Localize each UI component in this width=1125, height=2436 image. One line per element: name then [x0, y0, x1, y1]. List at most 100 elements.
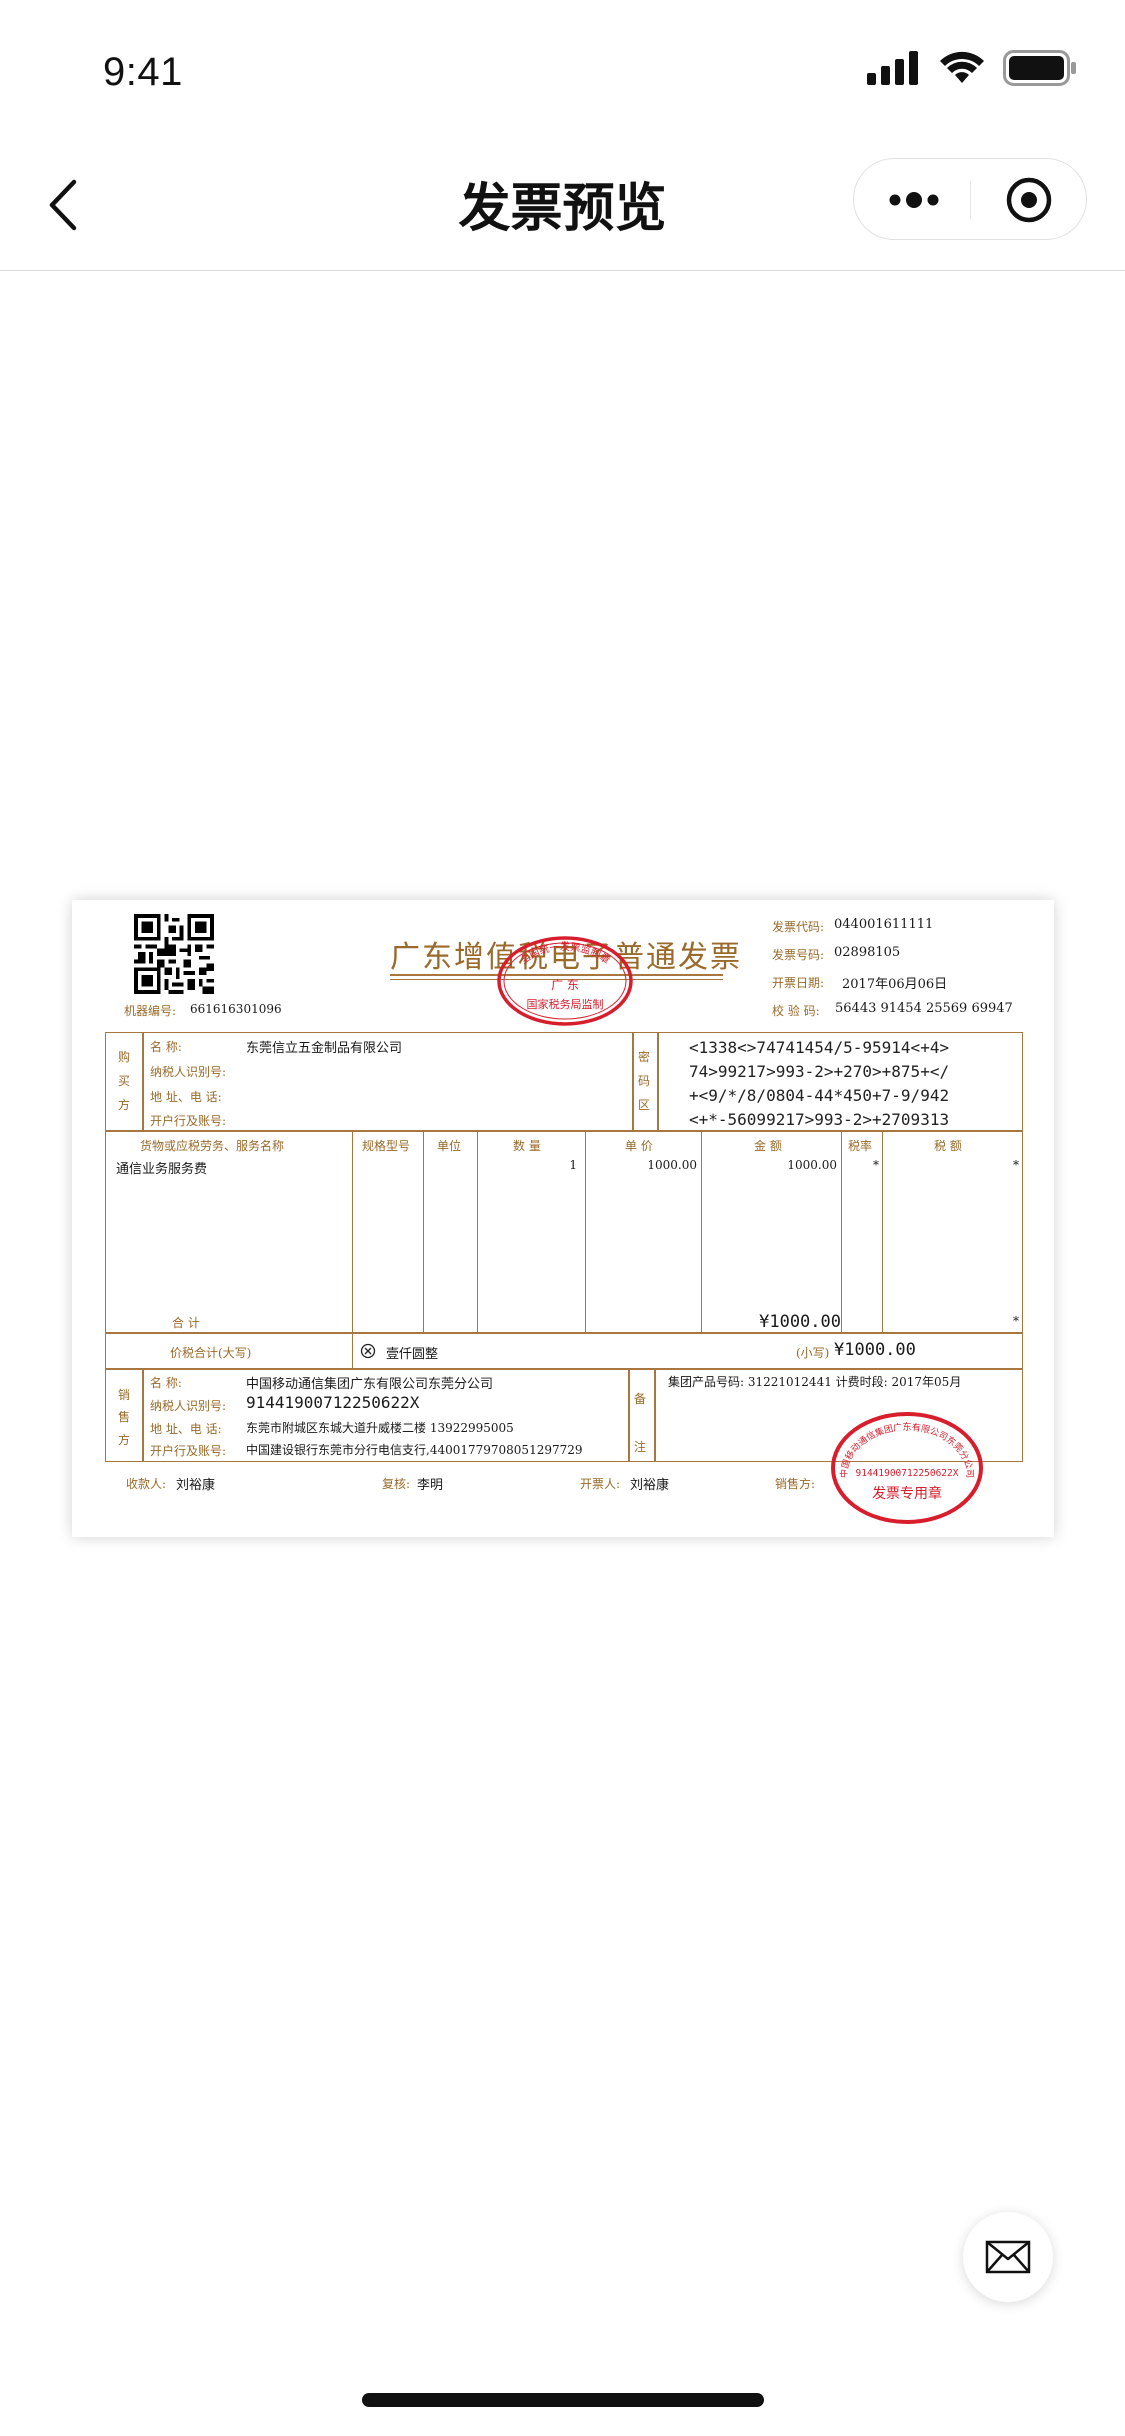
- subtotal-label: 合 计: [172, 1316, 200, 1330]
- buyer-tax-id-label: 纳税人识别号:: [150, 1065, 227, 1079]
- drawer-label: 开票人:: [580, 1477, 621, 1491]
- signal-icon: [867, 51, 921, 89]
- seller-side-label-3: 方: [118, 1433, 131, 1447]
- cipher-line-4: <+*-56099217>993-2>+2709313: [689, 1110, 950, 1129]
- invoice-code: 044001611111: [834, 917, 934, 932]
- total-label: 价税合计(大写): [170, 1346, 252, 1360]
- cipher-side-label-2: 码: [638, 1074, 651, 1088]
- buyer-addr-label: 地 址、电 话:: [150, 1090, 222, 1104]
- row-amount: 1000.00: [787, 1158, 837, 1172]
- cipher-side-label-1: 密: [638, 1050, 651, 1064]
- capsule-divider: [970, 181, 971, 219]
- seller-sign-label: 销售方:: [775, 1477, 816, 1491]
- row-qty: 1: [569, 1158, 577, 1172]
- cipher-line-3: +<9/*/8/0804-44*450+7-9/942: [689, 1086, 950, 1105]
- seller-name: 中国移动通信集团广东有限公司东莞分公司: [246, 1377, 494, 1392]
- invoice-code-label: 发票代码:: [772, 920, 825, 934]
- seller-bank: 中国建设银行东莞市分行电信支行,44001779708051297729: [246, 1443, 583, 1457]
- header-spec: 规格型号: [362, 1139, 411, 1153]
- invoice-image: 机器编号: 661616301096 广东增值税电子普通发票 全国统一发票监制章…: [72, 900, 1054, 1537]
- buyer-bank-label: 开户行及账号:: [150, 1114, 227, 1128]
- seal-center-middle-text: 广 东: [551, 978, 579, 992]
- seller-bank-label: 开户行及账号:: [150, 1444, 227, 1458]
- mail-icon: [985, 2240, 1031, 2274]
- buyer-name-label: 名 称:: [150, 1040, 182, 1054]
- cipher-line-2: 74>99217>993-2>+270>+875+</: [689, 1062, 950, 1081]
- seller-side-label-2: 售: [118, 1410, 131, 1424]
- send-email-button[interactable]: [963, 2212, 1053, 2302]
- header-unit: 单位: [437, 1139, 462, 1153]
- more-dots-icon: [889, 192, 939, 208]
- seller-name-label: 名 称:: [150, 1376, 182, 1390]
- more-button[interactable]: [884, 175, 944, 225]
- check-code-label: 校 验 码:: [772, 1004, 820, 1018]
- header-item: 货物或应税劳务、服务名称: [140, 1139, 285, 1153]
- qr-code-icon: [134, 914, 214, 994]
- divider: [142, 1032, 144, 1132]
- machine-no-label: 机器编号:: [124, 1004, 177, 1018]
- header-price: 单 价: [625, 1139, 653, 1153]
- header-tax: 税 额: [934, 1139, 962, 1153]
- row-rate: *: [873, 1158, 879, 1172]
- col-divider: [352, 1130, 353, 1334]
- invoice-date-label: 开票日期:: [772, 976, 825, 990]
- cross-circle-icon: [360, 1343, 376, 1359]
- seller-side-label-1: 销: [118, 1388, 131, 1402]
- seller-addr-label: 地 址、电 话:: [150, 1422, 222, 1436]
- total-small-label: (小写): [796, 1346, 830, 1360]
- seal-seller-tax-id: 91441900712250622X: [856, 1468, 959, 1479]
- payee: 刘裕康: [176, 1478, 216, 1493]
- payee-label: 收款人:: [126, 1477, 167, 1491]
- cipher-side-label-3: 区: [638, 1098, 651, 1112]
- col-divider: [423, 1130, 424, 1334]
- target-close-icon: [1006, 177, 1052, 223]
- buyer-side-label-3: 方: [118, 1098, 131, 1112]
- machine-no: 661616301096: [190, 1002, 282, 1016]
- divider: [657, 1032, 659, 1132]
- row-item: 通信业务服务费: [116, 1162, 208, 1177]
- seller-addr: 东莞市附城区东城大道升威楼二楼 13922995005: [246, 1421, 514, 1435]
- divider: [632, 1032, 634, 1132]
- battery-icon: [1003, 50, 1077, 90]
- reviewer-label: 复核:: [382, 1477, 411, 1491]
- seller-tax-id: 91441900712250622X: [246, 1393, 420, 1412]
- buyer-name: 东莞信立五金制品有限公司: [246, 1041, 403, 1056]
- total-upper: 壹仟圆整: [386, 1347, 439, 1362]
- status-bar: 9:41: [0, 0, 1125, 140]
- remark-text: 集团产品号码: 31221012441 计费时段: 2017年05月: [668, 1375, 962, 1389]
- invoice-number: 02898105: [834, 945, 901, 960]
- wifi-icon: [939, 51, 985, 89]
- cipher-line-1: <1338<>74741454/5-95914<+4>: [689, 1038, 950, 1057]
- divider: [142, 1368, 144, 1462]
- header-rate: 税率: [848, 1139, 873, 1153]
- divider: [628, 1368, 630, 1462]
- seal-center-bottom-text: 国家税务局监制: [527, 997, 604, 1011]
- remark-side-label-2: 注: [634, 1440, 647, 1454]
- drawer: 刘裕康: [630, 1478, 670, 1493]
- row-tax: *: [1013, 1158, 1019, 1172]
- close-button[interactable]: [1002, 175, 1056, 225]
- check-code: 56443 91454 25569 69947: [835, 1001, 1013, 1016]
- home-indicator[interactable]: [362, 2393, 764, 2407]
- divider: [352, 1332, 353, 1370]
- total-small: ¥1000.00: [834, 1340, 916, 1360]
- subtotal-tax: *: [1013, 1314, 1019, 1328]
- seller-invoice-stamp: 中国移动通信集团广东有限公司东莞分公司 91441900712250622X 发…: [831, 1412, 983, 1524]
- header-amount: 金 额: [754, 1139, 782, 1153]
- reviewer: 李明: [417, 1478, 444, 1493]
- invoice-date: 2017年06月06日: [842, 977, 948, 992]
- status-time: 9:41: [103, 50, 183, 94]
- mini-program-capsule: [853, 158, 1087, 240]
- buyer-side-label-2: 买: [118, 1074, 131, 1088]
- nav-bar: 发票预览: [0, 140, 1125, 271]
- tax-bureau-seal: 全国统一发票监制章 广 东 国家税务局监制: [497, 936, 633, 1026]
- header-qty: 数 量: [513, 1139, 541, 1153]
- divider: [654, 1368, 656, 1462]
- subtotal-amount: ¥1000.00: [759, 1312, 841, 1332]
- invoice-number-label: 发票号码:: [772, 948, 825, 962]
- remark-side-label-1: 备: [634, 1392, 647, 1406]
- status-icons: [867, 50, 1077, 90]
- seller-tax-id-label: 纳税人识别号:: [150, 1399, 227, 1413]
- buyer-side-label-1: 购: [118, 1050, 131, 1064]
- seal-seller-bottom-text: 发票专用章: [872, 1485, 942, 1502]
